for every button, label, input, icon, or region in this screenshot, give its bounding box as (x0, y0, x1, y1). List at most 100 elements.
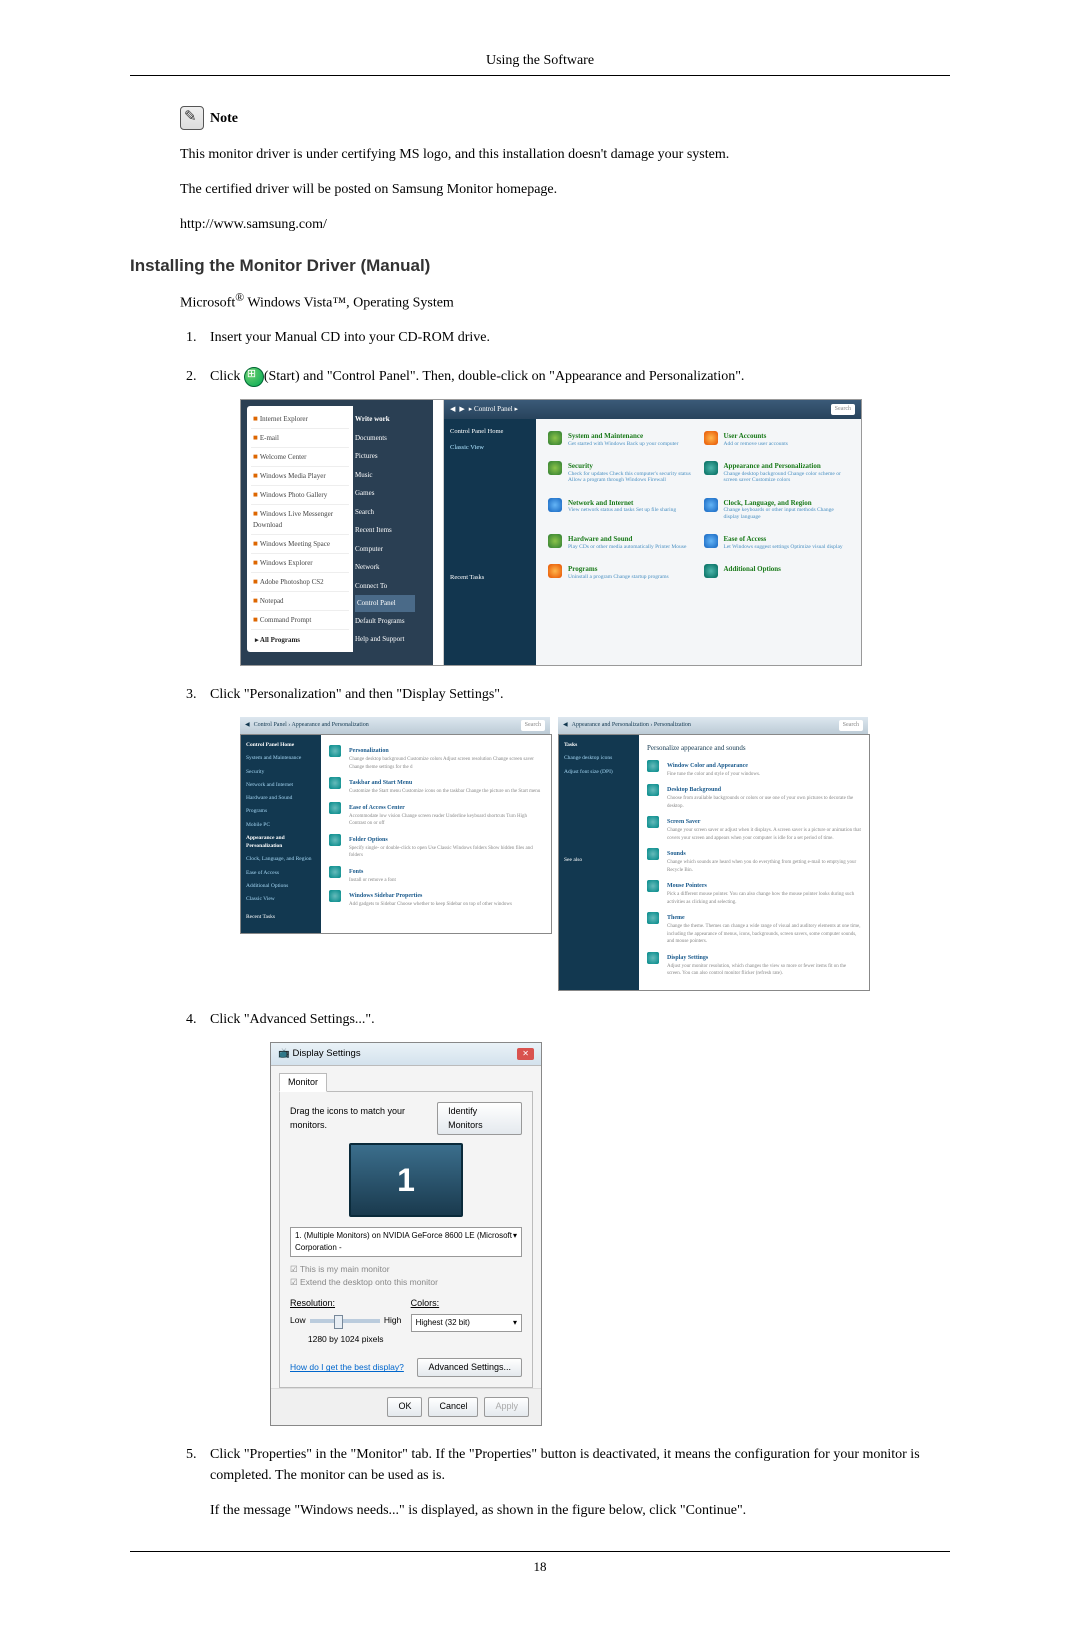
resolution-section: Resolution: Low High 1280 by 1024 pixels (290, 1297, 401, 1346)
appearance-row[interactable]: Folder OptionsSpecify single- or double-… (329, 832, 543, 864)
sidebar-item[interactable]: Mobile PC (246, 821, 316, 829)
start-right-item[interactable]: Search (355, 503, 415, 522)
pers-row[interactable]: Window Color and AppearanceFine tune the… (647, 758, 861, 783)
breadcrumb[interactable]: ▸ Control Panel ▸ (469, 404, 518, 415)
all-programs[interactable]: ▸ All Programs (251, 632, 349, 649)
sidebar-item[interactable]: Ease of Access (246, 869, 316, 877)
advanced-settings-button[interactable]: Advanced Settings... (417, 1358, 522, 1378)
sidebar-item[interactable]: Change desktop icons (564, 754, 634, 762)
start-right-item[interactable]: Music (355, 466, 415, 485)
start-item[interactable]: Adobe Photoshop CS2 (251, 573, 349, 592)
apply-button[interactable]: Apply (484, 1397, 529, 1417)
start-right-item[interactable]: Connect To (355, 577, 415, 596)
appearance-row[interactable]: Ease of Access CenterAccommodate low vis… (329, 800, 543, 832)
sidebar-item[interactable]: Network and Internet (246, 781, 316, 789)
start-item[interactable]: Internet Explorer (251, 410, 349, 429)
start-item[interactable]: Command Prompt (251, 611, 349, 630)
page-header: Using the Software (130, 50, 950, 71)
slider-track[interactable] (310, 1319, 380, 1323)
breadcrumb[interactable]: Appearance and Personalization › Persona… (572, 721, 691, 730)
monitor-preview[interactable]: 1 (349, 1143, 463, 1217)
appearance-sidebar: Control Panel Home System and Maintenanc… (241, 735, 321, 933)
colors-select[interactable]: Highest (32 bit) (411, 1314, 522, 1332)
start-item[interactable]: Notepad (251, 592, 349, 611)
monitor-select[interactable]: 1. (Multiple Monitors) on NVIDIA GeForce… (290, 1227, 522, 1257)
search-input[interactable]: Search (521, 720, 545, 731)
start-right-item[interactable]: Games (355, 484, 415, 503)
cp-category[interactable]: ProgramsUninstall a program Change start… (548, 562, 694, 588)
search-input[interactable]: Search (831, 404, 855, 415)
cp-category-appearance[interactable]: Appearance and PersonalizationChange des… (704, 459, 850, 492)
sidebar-item[interactable]: Clock, Language, and Region (246, 855, 316, 863)
start-item[interactable]: Windows Photo Gallery (251, 486, 349, 505)
sidebar-recent: Recent Tasks (246, 913, 316, 921)
nav-back-icon[interactable]: ◀ (245, 721, 250, 730)
cp-sidebar-recent: Recent Tasks (450, 573, 530, 583)
appearance-row[interactable]: Windows Sidebar PropertiesAdd gadgets to… (329, 888, 543, 913)
ds-titlebar: 📺 Display Settings ✕ (271, 1043, 541, 1066)
cancel-button[interactable]: Cancel (428, 1397, 478, 1417)
pers-heading: Personalize appearance and sounds (647, 743, 861, 754)
appearance-row[interactable]: Taskbar and Start MenuCustomize the Star… (329, 775, 543, 800)
appearance-row[interactable]: PersonalizationChange desktop background… (329, 743, 543, 775)
start-right-item[interactable]: Default Programs (355, 612, 415, 631)
start-right-controlpanel[interactable]: Control Panel (355, 595, 415, 612)
cp-category[interactable]: Hardware and SoundPlay CDs or other medi… (548, 532, 694, 558)
resolution-slider[interactable]: Low High (290, 1314, 401, 1327)
pers-row[interactable]: SoundsChange which sounds are heard when… (647, 846, 861, 878)
sidebar-item[interactable]: System and Maintenance (246, 754, 316, 762)
start-item[interactable]: Welcome Center (251, 448, 349, 467)
nav-back-icon[interactable]: ◀ (450, 404, 455, 415)
start-right-item[interactable]: Recent Items (355, 521, 415, 540)
close-icon[interactable]: ✕ (517, 1048, 534, 1060)
chk-main-monitor[interactable]: ☑ This is my main monitor (290, 1263, 522, 1276)
nav-fwd-icon[interactable]: ▶ (459, 404, 464, 415)
start-right-item[interactable]: Help and Support (355, 630, 415, 649)
ok-button[interactable]: OK (387, 1397, 422, 1417)
step-5: Click "Properties" in the "Monitor" tab.… (200, 1444, 950, 1521)
nav-back-icon[interactable]: ◀ (563, 721, 568, 730)
cp-category[interactable]: Ease of AccessLet Windows suggest settin… (704, 532, 850, 558)
colors-label: Colors: (411, 1297, 522, 1311)
cp-category[interactable]: System and MaintenanceGet started with W… (548, 429, 694, 455)
ds-button-bar: OK Cancel Apply (271, 1388, 541, 1425)
start-item[interactable]: Windows Meeting Space (251, 535, 349, 554)
cp-sidebar-item[interactable]: Control Panel Home (450, 427, 530, 437)
pers-row[interactable]: Screen SaverChange your screen saver or … (647, 814, 861, 846)
start-right-item[interactable]: Documents (355, 429, 415, 448)
search-input[interactable]: Search (839, 720, 863, 731)
pers-row[interactable]: Desktop BackgroundChoose from available … (647, 782, 861, 814)
cp-category[interactable]: Clock, Language, and RegionChange keyboa… (704, 496, 850, 529)
sidebar-item[interactable]: Additional Options (246, 882, 316, 890)
registered-mark: ® (235, 291, 244, 304)
start-right-item[interactable]: Pictures (355, 447, 415, 466)
start-item[interactable]: E-mail (251, 429, 349, 448)
start-item[interactable]: Windows Explorer (251, 554, 349, 573)
sidebar-item[interactable]: Hardware and Sound (246, 794, 316, 802)
sidebar-item[interactable]: Programs (246, 807, 316, 815)
page-number: 18 (130, 1557, 950, 1577)
pers-row[interactable]: ThemeChange the theme. Themes can change… (647, 910, 861, 950)
start-right-item[interactable]: Computer (355, 540, 415, 559)
sidebar-item-active[interactable]: Appearance and Personalization (246, 834, 316, 851)
breadcrumb[interactable]: Control Panel › Appearance and Personali… (254, 721, 369, 730)
start-right-item[interactable]: Network (355, 558, 415, 577)
pers-row-display-settings[interactable]: Display SettingsAdjust your monitor reso… (647, 950, 861, 982)
help-link[interactable]: How do I get the best display? (290, 1361, 404, 1374)
cp-category[interactable]: Network and InternetView network status … (548, 496, 694, 529)
identify-monitors-button[interactable]: Identify Monitors (437, 1102, 522, 1135)
cp-category[interactable]: Additional Options (704, 562, 850, 588)
sidebar-item[interactable]: Adjust font size (DPI) (564, 768, 634, 776)
cp-category[interactable]: SecurityCheck for updates Check this com… (548, 459, 694, 492)
cp-sidebar-item[interactable]: Classic View (450, 443, 530, 453)
sidebar-item[interactable]: Control Panel Home (246, 741, 316, 749)
pers-row[interactable]: Mouse PointersPick a different mouse poi… (647, 878, 861, 910)
tab-monitor[interactable]: Monitor (279, 1073, 327, 1093)
chk-extend[interactable]: ☑ Extend the desktop onto this monitor (290, 1276, 522, 1289)
cp-category[interactable]: User AccountsAdd or remove user accounts (704, 429, 850, 455)
start-item[interactable]: Windows Live Messenger Download (251, 505, 349, 535)
sidebar-item[interactable]: Classic View (246, 895, 316, 903)
start-item[interactable]: Windows Media Player (251, 467, 349, 486)
sidebar-item[interactable]: Security (246, 768, 316, 776)
appearance-row[interactable]: FontsInstall or remove a font (329, 864, 543, 889)
